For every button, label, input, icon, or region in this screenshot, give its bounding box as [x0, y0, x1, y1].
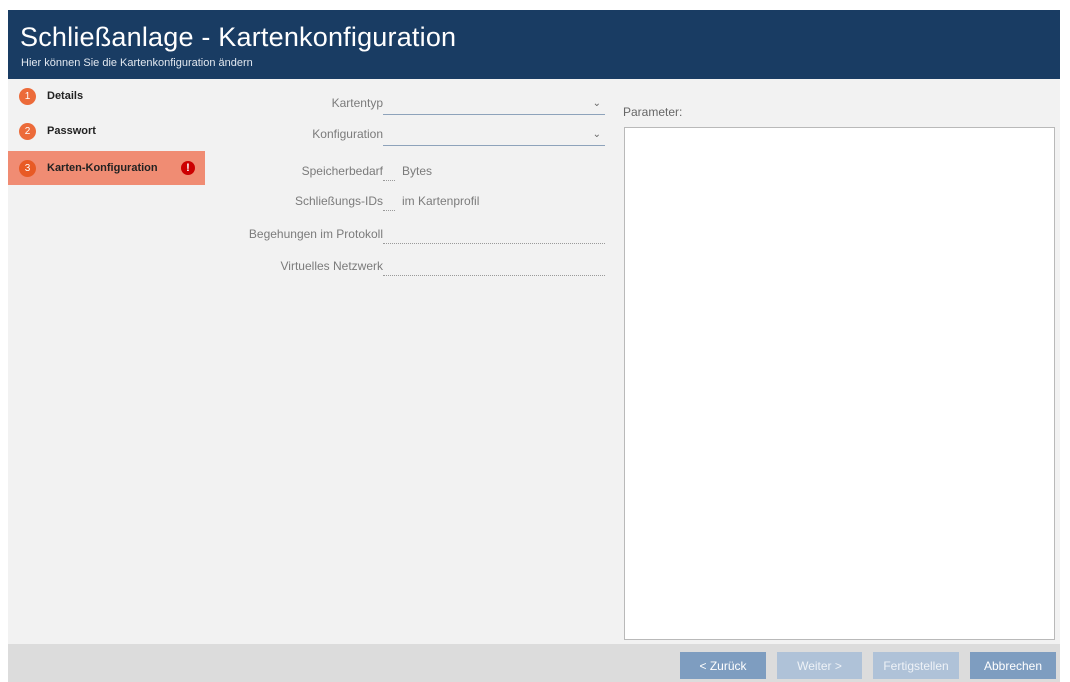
konfiguration-row: Konfiguration ⌄	[205, 122, 615, 146]
step-number-badge: 2	[19, 122, 36, 140]
chevron-down-icon: ⌄	[592, 98, 601, 109]
parameter-label: Parameter:	[623, 105, 683, 119]
speicherbedarf-unit: Bytes	[402, 164, 433, 178]
page-subtitle: Hier können Sie die Kartenkonfiguration …	[21, 57, 253, 69]
konfiguration-label: Konfiguration	[312, 127, 383, 141]
schliessungs-ids-row: Schließungs-IDs im Kartenprofil	[205, 189, 615, 213]
wizard-steps-sidebar: 1 Details 2 Passwort 3 Karten-Konfigurat…	[8, 79, 215, 644]
netzwerk-value	[383, 262, 605, 276]
step-label: Details	[47, 90, 84, 102]
wizard-window: Schließanlage - Kartenkonfiguration Hier…	[8, 10, 1060, 682]
speicherbedarf-row: Speicherbedarf Bytes	[205, 159, 615, 183]
cancel-button[interactable]: Abbrechen	[970, 652, 1056, 679]
step-label: Karten-Konfiguration	[47, 162, 158, 174]
kartentyp-row: Kartentyp ⌄	[205, 91, 615, 115]
step-details[interactable]: 1 Details	[8, 79, 205, 113]
page-title: Schließanlage - Kartenkonfiguration	[20, 22, 457, 52]
kartentyp-dropdown[interactable]: ⌄	[383, 93, 605, 115]
finish-button[interactable]: Fertigstellen	[873, 652, 959, 679]
step-passwort[interactable]: 2 Passwort	[8, 114, 205, 148]
header-banner: Schließanlage - Kartenkonfiguration Hier…	[8, 10, 1060, 79]
begehungen-label: Begehungen im Protokoll	[248, 227, 383, 241]
speicherbedarf-value	[383, 167, 395, 181]
schliessungs-ids-suffix: im Kartenprofil	[402, 194, 480, 208]
step-number-badge: 3	[19, 159, 36, 177]
chevron-down-icon: ⌄	[592, 129, 601, 140]
speicherbedarf-label: Speicherbedarf	[301, 164, 383, 178]
begehungen-value	[383, 230, 605, 244]
schliessungs-ids-value	[383, 197, 395, 211]
schliessungs-ids-label: Schließungs-IDs	[294, 194, 383, 208]
back-button[interactable]: < Zurück	[680, 652, 766, 679]
main-content: Kartentyp ⌄ Konfiguration ⌄ Speicherbeda…	[205, 79, 1060, 644]
netzwerk-label: Virtuelles Netzwerk	[280, 259, 383, 273]
parameter-textarea[interactable]	[624, 127, 1055, 640]
begehungen-row: Begehungen im Protokoll	[205, 222, 615, 246]
next-button[interactable]: Weiter >	[777, 652, 862, 679]
konfiguration-dropdown[interactable]: ⌄	[383, 124, 605, 146]
footer-bar: < Zurück Weiter > Fertigstellen Abbreche…	[8, 644, 1060, 682]
step-karten-konfiguration[interactable]: 3 Karten-Konfiguration !	[8, 151, 215, 185]
step-label: Passwort	[47, 125, 96, 137]
step-number-badge: 1	[19, 87, 36, 105]
kartentyp-label: Kartentyp	[331, 96, 383, 110]
error-icon: !	[181, 161, 195, 175]
netzwerk-row: Virtuelles Netzwerk	[205, 254, 615, 278]
